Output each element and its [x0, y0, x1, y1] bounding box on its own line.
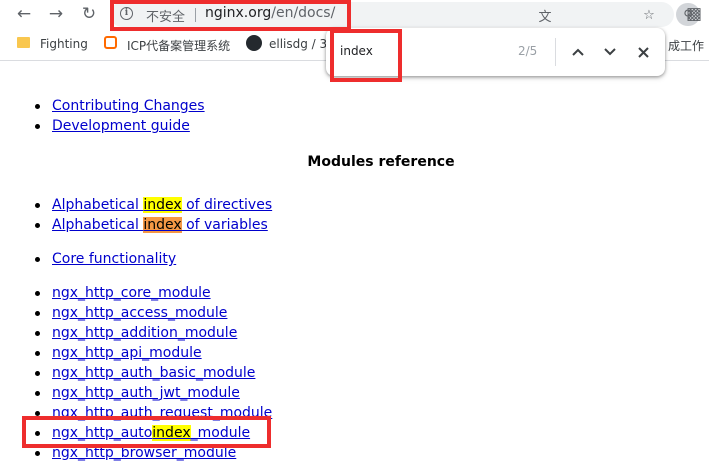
icp-icon: [104, 36, 117, 49]
find-match-count: 2/5: [518, 44, 538, 58]
url-host: nginx.org: [205, 5, 272, 21]
link-module[interactable]: ngx_http_core_module: [52, 283, 211, 303]
close-icon: [637, 46, 649, 58]
find-bar: index 2/5: [326, 28, 665, 76]
chevron-up-icon: [572, 48, 584, 56]
find-next-button[interactable]: [598, 40, 622, 64]
list-item: ngx_http_auth_jwt_module: [0, 383, 709, 403]
link-text-post: _module: [190, 425, 251, 441]
dev-links-list: Contributing Changes Development guide: [0, 96, 709, 136]
url-text[interactable]: nginx.org/en/docs/: [205, 5, 335, 21]
page-content: Contributing Changes Development guide M…: [0, 61, 709, 468]
list-item: ngx_http_autoindex_module: [0, 423, 709, 443]
bookmark-right-partial[interactable]: 成工作: [668, 37, 704, 54]
link-module[interactable]: ngx_http_auth_basic_module: [52, 363, 255, 383]
search-match-active-highlight: index: [143, 217, 182, 233]
list-item: ngx_http_auth_request_module: [0, 403, 709, 423]
link-module[interactable]: ngx_http_auth_jwt_module: [52, 383, 240, 403]
insecure-label: 不安全: [146, 10, 186, 25]
github-icon: [246, 35, 262, 51]
list-item: ngx_http_addition_module: [0, 323, 709, 343]
search-match-highlight: index: [152, 425, 191, 441]
core-links-list: Core functionality: [0, 249, 709, 269]
forward-icon[interactable]: →: [44, 2, 68, 26]
browser-toolbar: ← → ↻ i 不安全 nginx.org/en/docs/ 文 ⚲ ⚲ ☆ ▩: [0, 0, 709, 28]
reload-icon[interactable]: ↻: [77, 2, 101, 26]
bookmark-icp[interactable]: ICP代备案管理系统: [127, 37, 230, 54]
modules-list: ngx_http_core_module ngx_http_access_mod…: [0, 283, 709, 463]
link-text-pre: ngx_http_auto: [52, 425, 153, 441]
list-item: ngx_http_access_module: [0, 303, 709, 323]
list-item: Contributing Changes: [0, 96, 709, 116]
address-bar[interactable]: i 不安全 nginx.org/en/docs/ 文 ⚲ ⚲ ☆: [110, 2, 700, 27]
chevron-down-icon: [604, 48, 616, 56]
link-development-guide[interactable]: Development guide: [52, 116, 190, 136]
link-module[interactable]: ngx_http_browser_module: [52, 443, 236, 463]
find-separator: [555, 38, 556, 66]
find-close-button[interactable]: [631, 40, 655, 64]
list-item: Alphabetical index of directives: [0, 195, 709, 215]
back-icon[interactable]: ←: [12, 2, 36, 26]
translate-icon[interactable]: 文: [534, 4, 556, 26]
bookmark-ellisdg[interactable]: ellisdg / 3: [269, 37, 327, 51]
link-module[interactable]: ngx_http_api_module: [52, 343, 202, 363]
list-item: ngx_http_api_module: [0, 343, 709, 363]
index-links-list: Alphabetical index of directives Alphabe…: [0, 195, 709, 235]
find-previous-button[interactable]: [566, 40, 590, 64]
url-path: /en/docs/: [271, 5, 336, 21]
link-index-of-directives[interactable]: Alphabetical index of directives: [52, 195, 272, 215]
bookmark-fighting[interactable]: Fighting: [40, 37, 88, 51]
folder-icon: [17, 37, 30, 48]
modules-reference-heading: Modules reference: [307, 154, 455, 170]
star-icon[interactable]: ☆: [638, 4, 660, 26]
link-index-of-variables[interactable]: Alphabetical index of variables: [52, 215, 268, 235]
list-item: Alphabetical index of variables: [0, 215, 709, 235]
info-icon[interactable]: i: [120, 7, 133, 20]
link-core-functionality[interactable]: Core functionality: [52, 249, 176, 269]
link-text-pre: Alphabetical: [52, 197, 144, 213]
search-match-highlight: index: [143, 197, 182, 213]
find-input[interactable]: index: [340, 44, 373, 58]
list-item: ngx_http_core_module: [0, 283, 709, 303]
list-item: ngx_http_browser_module: [0, 443, 709, 463]
list-item: ngx_http_auth_basic_module: [0, 363, 709, 383]
list-item: Core functionality: [0, 249, 709, 269]
link-module[interactable]: ngx_http_auth_request_module: [52, 403, 272, 423]
list-item: Development guide: [0, 116, 709, 136]
link-text-post: of directives: [181, 197, 273, 213]
link-text-pre: Alphabetical: [52, 217, 144, 233]
link-module[interactable]: ngx_http_addition_module: [52, 323, 237, 343]
link-text-post: of variables: [181, 217, 268, 233]
link-contributing-changes[interactable]: Contributing Changes: [52, 96, 205, 116]
link-module[interactable]: ngx_http_access_module: [52, 303, 227, 323]
extension-icon[interactable]: ▩: [682, 2, 706, 26]
link-autoindex-module[interactable]: ngx_http_autoindex_module: [52, 423, 250, 443]
url-separator: [195, 8, 196, 22]
